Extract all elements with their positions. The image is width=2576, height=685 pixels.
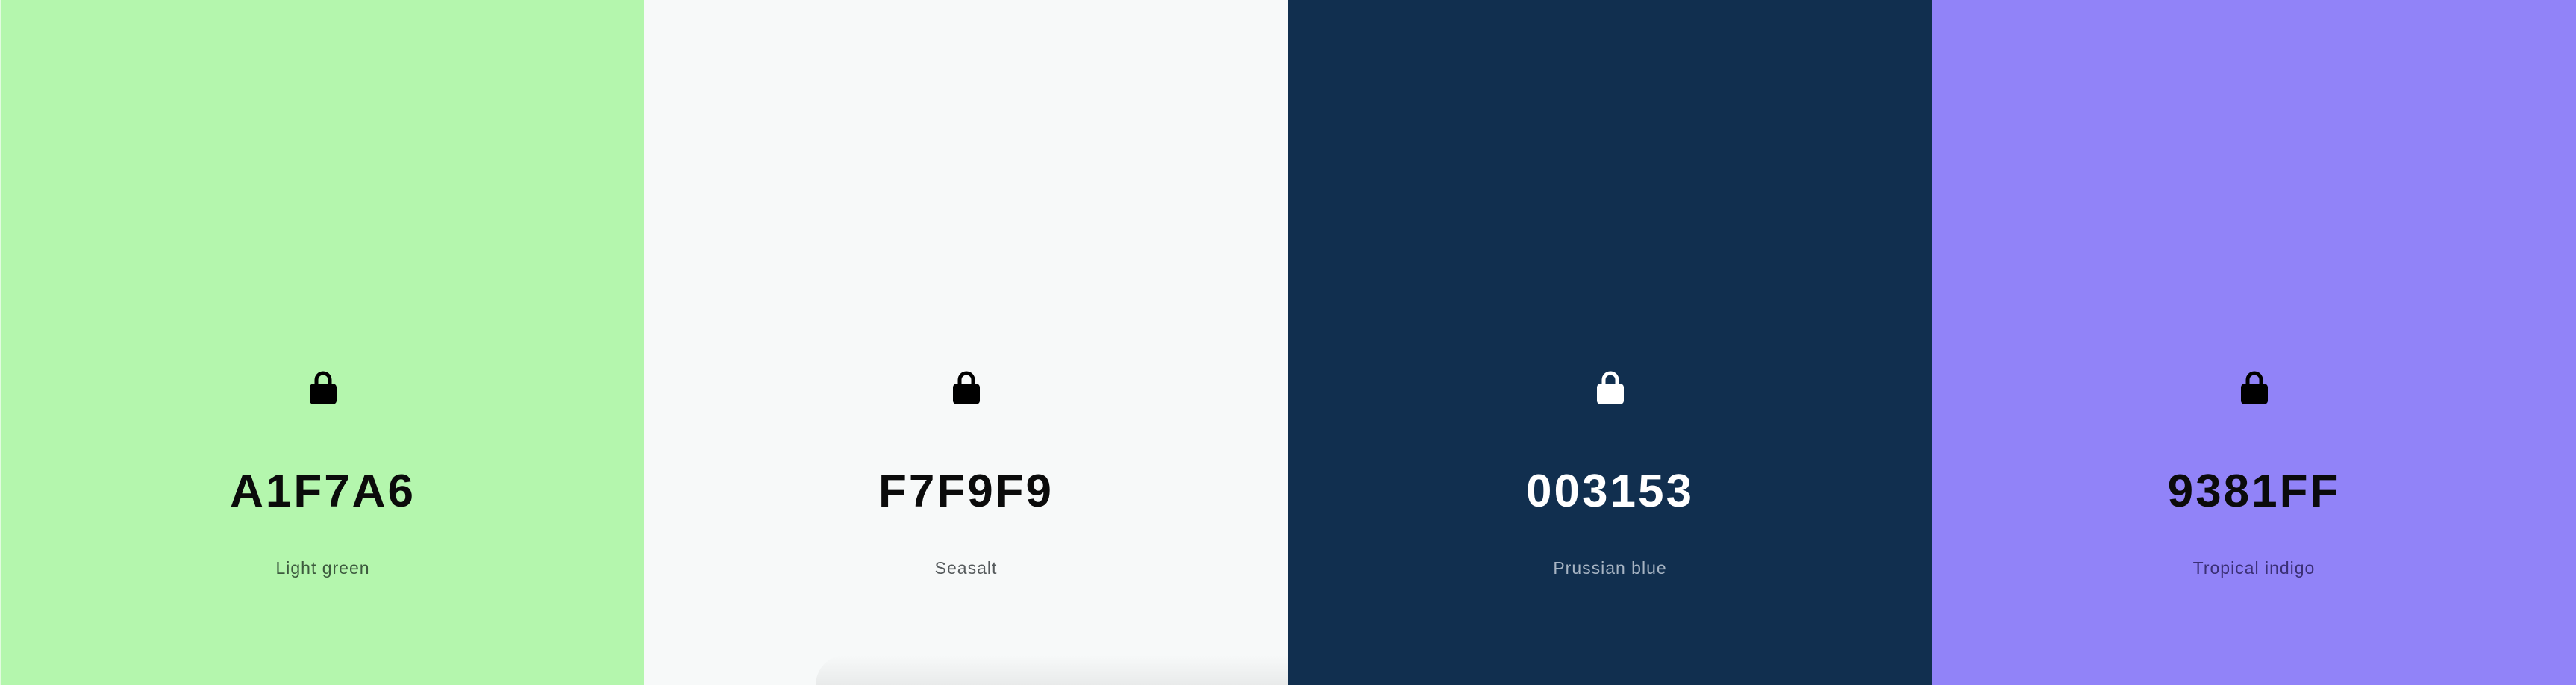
- color-name: Tropical indigo: [2192, 558, 2316, 578]
- hex-code[interactable]: 003153: [1288, 469, 1932, 515]
- color-name: Seasalt: [934, 558, 998, 578]
- color-name: Light green: [275, 558, 370, 578]
- swatch-prussian-blue[interactable]: 003153 Prussian blue: [1288, 0, 1932, 685]
- color-name: Prussian blue: [1553, 558, 1667, 578]
- lock-icon[interactable]: [2239, 370, 2269, 406]
- hex-code[interactable]: A1F7A6: [1, 469, 644, 515]
- swatch-tropical-indigo[interactable]: 9381FF Tropical indigo: [1932, 0, 2576, 685]
- hex-code[interactable]: 9381FF: [1932, 469, 2576, 515]
- swatch-light-green[interactable]: A1F7A6 Light green: [0, 0, 644, 685]
- hex-code[interactable]: F7F9F9: [644, 469, 1288, 515]
- color-palette: A1F7A6 Light green F7F9F9 Seasalt 003153…: [0, 0, 2576, 685]
- lock-icon[interactable]: [1595, 370, 1625, 406]
- lock-icon[interactable]: [308, 370, 338, 406]
- lock-icon[interactable]: [951, 370, 981, 406]
- swatch-seasalt[interactable]: F7F9F9 Seasalt: [644, 0, 1288, 685]
